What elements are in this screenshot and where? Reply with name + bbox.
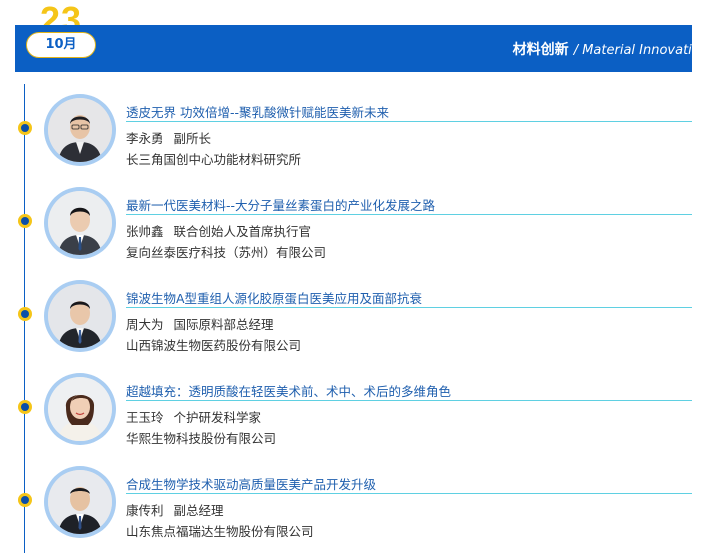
speaker-name-role: 周大为 国际原料部总经理 <box>126 314 274 333</box>
title-divider <box>126 121 692 122</box>
speaker-avatar <box>44 187 116 259</box>
section-title-en: / Material Innovation <box>573 43 708 58</box>
speaker-entry: 最新一代医美材料--大分子量丝素蛋白的产业化发展之路 张帅鑫 联合创始人及首席执行… <box>0 187 724 265</box>
speaker-organization: 长三角国创中心功能材料研究所 <box>126 152 302 167</box>
timeline-dot <box>18 214 32 228</box>
speaker-name-role: 康传利 副总经理 <box>126 500 224 519</box>
speaker-entry: 锦波生物A型重组人源化胶原蛋白医美应用及面部抗衰 周大为 国际原料部总经理 山西锦… <box>0 280 724 358</box>
person-photo-icon <box>48 470 112 534</box>
speaker-role: 个护研发科学家 <box>173 410 262 425</box>
timeline-dot <box>18 493 32 507</box>
section-title-cn: 材料创新 <box>512 42 569 58</box>
person-photo-icon <box>48 284 112 348</box>
speaker-avatar <box>44 373 116 445</box>
talk-title: 最新一代医美材料--大分子量丝素蛋白的产业化发展之路 <box>126 198 436 213</box>
speaker-role: 国际原料部总经理 <box>173 317 274 332</box>
speaker-entry: 合成生物学技术驱动高质量医美产品开发升级 康传利 副总经理 山东焦点福瑞达生物股份… <box>0 466 724 544</box>
person-photo-icon <box>48 377 112 441</box>
speaker-entry: 超越填充：透明质酸在轻医美术前、术中、术后的多维角色 王玉玲 个护研发科学家 华熙… <box>0 373 724 451</box>
title-divider <box>126 400 692 401</box>
speaker-name: 张帅鑫 <box>126 224 164 239</box>
speaker-avatar <box>44 466 116 538</box>
speaker-name: 周大为 <box>126 317 164 332</box>
talk-title: 合成生物学技术驱动高质量医美产品开发升级 <box>126 477 377 492</box>
speaker-organization: 山西锦波生物医药股份有限公司 <box>126 338 302 353</box>
speaker-role: 联合创始人及首席执行官 <box>173 224 312 239</box>
month-pill: 10月 <box>26 32 96 58</box>
speaker-role: 副所长 <box>173 131 212 146</box>
speaker-organization: 山东焦点福瑞达生物股份有限公司 <box>126 524 314 539</box>
speaker-avatar <box>44 94 116 166</box>
speaker-name-role: 张帅鑫 联合创始人及首席执行官 <box>126 221 311 240</box>
title-divider <box>126 214 692 215</box>
title-divider <box>126 493 692 494</box>
talk-title: 超越填充：透明质酸在轻医美术前、术中、术后的多维角色 <box>126 384 452 399</box>
speaker-entry: 透皮无界 功效倍增--聚乳酸微针赋能医美新未来 李永勇 副所长 长三角国创中心功能… <box>0 94 724 172</box>
timeline-dot <box>18 400 32 414</box>
section-title: 材料创新 / Material Innovation <box>513 25 708 72</box>
title-divider <box>126 307 692 308</box>
person-photo-icon <box>48 191 112 255</box>
speaker-organization: 复向丝泰医疗科技（苏州）有限公司 <box>126 245 327 260</box>
speaker-name-role: 李永勇 副所长 <box>126 128 211 147</box>
speaker-role: 副总经理 <box>173 503 224 518</box>
speaker-name: 王玉玲 <box>126 410 164 425</box>
speaker-avatar <box>44 280 116 352</box>
talk-title: 透皮无界 功效倍增--聚乳酸微针赋能医美新未来 <box>126 105 389 120</box>
speaker-organization: 华熙生物科技股份有限公司 <box>126 431 277 446</box>
person-photo-icon <box>48 98 112 162</box>
speaker-name: 康传利 <box>126 503 164 518</box>
speaker-name: 李永勇 <box>126 131 164 146</box>
timeline-dot <box>18 307 32 321</box>
talk-title: 锦波生物A型重组人源化胶原蛋白医美应用及面部抗衰 <box>126 291 423 306</box>
timeline-dot <box>18 121 32 135</box>
speaker-name-role: 王玉玲 个护研发科学家 <box>126 407 261 426</box>
